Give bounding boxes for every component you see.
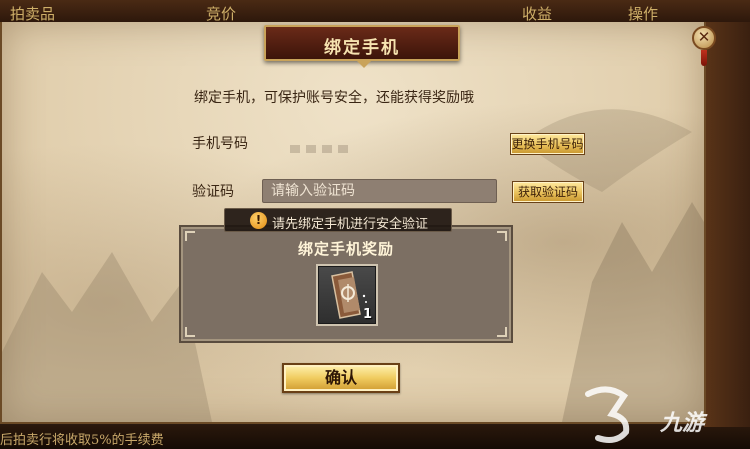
dialog-title: 绑定手机 — [324, 38, 400, 58]
watermark-logo-icon — [585, 386, 630, 443]
phone-number-label: 手机号码 — [192, 136, 248, 152]
reward-title: 绑定手机奖励 — [297, 240, 394, 258]
panel-corner-ornament — [497, 327, 507, 337]
close-tassel-ornament — [701, 50, 707, 66]
masked-phone-number — [290, 142, 350, 156]
get-code-button[interactable]: 获取验证码 — [512, 181, 584, 203]
watermark-text: 九游 — [660, 411, 705, 436]
auction-header-bar: 拍卖品 竞价 收益 操作 — [0, 0, 750, 24]
column-action: 操作 — [628, 5, 659, 23]
reward-panel: 绑定手机奖励 1 — [181, 227, 511, 341]
reward-item-slot[interactable]: 1 — [316, 264, 378, 326]
screen-right-frame — [704, 22, 750, 427]
dialog-title-plate: 绑定手机 — [264, 25, 460, 68]
change-phone-button[interactable]: 更换手机号码 — [510, 133, 585, 155]
reward-item-count: 1 — [362, 307, 372, 322]
bind-phone-intro: 绑定手机，可保护账号安全，还能获得奖励哦 — [194, 90, 474, 106]
auction-fee-notice: 后拍卖行将收取5%的手续费 — [0, 433, 164, 448]
warning-icon: ! — [250, 212, 267, 229]
toast-message: 请先绑定手机进行安全验证 — [272, 217, 429, 232]
column-item: 拍卖品 — [10, 5, 56, 23]
column-income: 收益 — [522, 5, 553, 23]
close-button[interactable]: ✕ — [692, 26, 716, 50]
verification-code-input[interactable] — [262, 179, 497, 203]
verification-code-label: 验证码 — [192, 184, 234, 200]
column-bid: 竞价 — [206, 5, 237, 23]
confirm-button[interactable]: 确认 — [282, 363, 400, 393]
panel-corner-ornament — [185, 327, 195, 337]
security-toast: ! 请先绑定手机进行安全验证 — [224, 208, 452, 232]
